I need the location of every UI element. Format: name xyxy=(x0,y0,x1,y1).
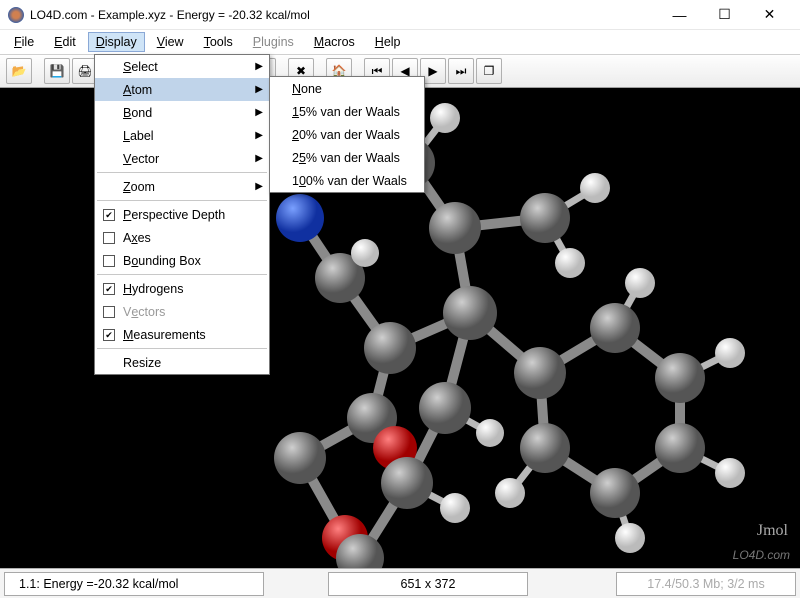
atom-submenu[interactable]: None15% van der Waals20% van der Waals25… xyxy=(269,76,425,193)
submenu-item-atom-15[interactable]: 15% van der Waals xyxy=(270,100,424,123)
jmol-watermark: Jmol xyxy=(757,522,788,540)
menu-item-vectors: Vectors xyxy=(95,300,269,323)
minimize-button[interactable]: — xyxy=(657,0,702,30)
checkbox-icon xyxy=(103,232,115,244)
menubar: FileEditDisplayViewToolsPluginsMacrosHel… xyxy=(0,30,800,54)
menu-tools[interactable]: Tools xyxy=(196,32,241,52)
window-controls: — ☐ ✕ xyxy=(657,0,792,30)
menu-plugins: Plugins xyxy=(245,32,302,52)
menu-item-axes[interactable]: Axes xyxy=(95,226,269,249)
menu-view[interactable]: View xyxy=(149,32,192,52)
site-watermark: LO4D.com xyxy=(733,548,790,562)
status-energy-label: 1.1: Energy = xyxy=(19,577,94,591)
statusbar: 1.1: Energy = -20.32 kcal/mol 651 x 372 … xyxy=(0,568,800,598)
checkbox-icon xyxy=(103,306,115,318)
window-title: LO4D.com - Example.xyz - Energy = -20.32… xyxy=(30,8,310,22)
chevron-right-icon: ▶ xyxy=(255,130,263,141)
menu-item-atom[interactable]: Atom▶ xyxy=(95,78,269,101)
menu-item-perspective-depth[interactable]: ✔Perspective Depth xyxy=(95,203,269,226)
checkbox-icon: ✔ xyxy=(103,209,115,221)
display-menu[interactable]: Select▶Atom▶Bond▶Label▶Vector▶ Zoom▶ ✔Pers… xyxy=(94,54,270,375)
status-memory-text: 17.4/50.3 Mb; 3/2 ms xyxy=(647,577,764,591)
menu-item-hydrogens[interactable]: ✔Hydrogens xyxy=(95,277,269,300)
chevron-right-icon: ▶ xyxy=(255,84,263,95)
save-icon[interactable]: 💾 xyxy=(44,58,70,84)
titlebar: LO4D.com - Example.xyz - Energy = -20.32… xyxy=(0,0,800,30)
menu-item-label[interactable]: Label▶ xyxy=(95,124,269,147)
menu-item-zoom[interactable]: Zoom▶ xyxy=(95,175,269,198)
menu-item-measurements[interactable]: ✔Measurements xyxy=(95,323,269,346)
status-dimensions: 651 x 372 xyxy=(328,572,528,596)
checkbox-icon: ✔ xyxy=(103,283,115,295)
menu-help[interactable]: Help xyxy=(367,32,409,52)
submenu-item-atom-none[interactable]: None xyxy=(270,77,424,100)
status-energy-value: -20.32 kcal/mol xyxy=(94,577,179,591)
menu-item-select[interactable]: Select▶ xyxy=(95,55,269,78)
maximize-button[interactable]: ☐ xyxy=(702,0,747,30)
checkbox-icon: ✔ xyxy=(103,329,115,341)
submenu-item-atom-25[interactable]: 25% van der Waals xyxy=(270,146,424,169)
submenu-item-atom-20[interactable]: 20% van der Waals xyxy=(270,123,424,146)
chevron-right-icon: ▶ xyxy=(255,61,263,72)
chevron-right-icon: ▶ xyxy=(255,181,263,192)
app-icon xyxy=(8,7,24,23)
menu-item-bounding-box[interactable]: Bounding Box xyxy=(95,249,269,272)
frames-icon[interactable]: ❐ xyxy=(476,58,502,84)
chevron-right-icon: ▶ xyxy=(255,153,263,164)
menu-macros[interactable]: Macros xyxy=(306,32,363,52)
chevron-right-icon: ▶ xyxy=(255,107,263,118)
checkbox-icon xyxy=(103,255,115,267)
open-icon[interactable]: 📂 xyxy=(6,58,32,84)
menu-display[interactable]: Display xyxy=(88,32,145,52)
last-icon[interactable]: ⏭ xyxy=(448,58,474,84)
menu-item-bond[interactable]: Bond▶ xyxy=(95,101,269,124)
menu-item-resize[interactable]: Resize xyxy=(95,351,269,374)
close-button[interactable]: ✕ xyxy=(747,0,792,30)
menu-item-vector[interactable]: Vector▶ xyxy=(95,147,269,170)
status-energy: 1.1: Energy = -20.32 kcal/mol xyxy=(4,572,264,596)
status-memory: 17.4/50.3 Mb; 3/2 ms xyxy=(616,572,796,596)
menu-file[interactable]: File xyxy=(6,32,42,52)
menu-edit[interactable]: Edit xyxy=(46,32,84,52)
submenu-item-atom-100[interactable]: 100% van der Waals xyxy=(270,169,424,192)
